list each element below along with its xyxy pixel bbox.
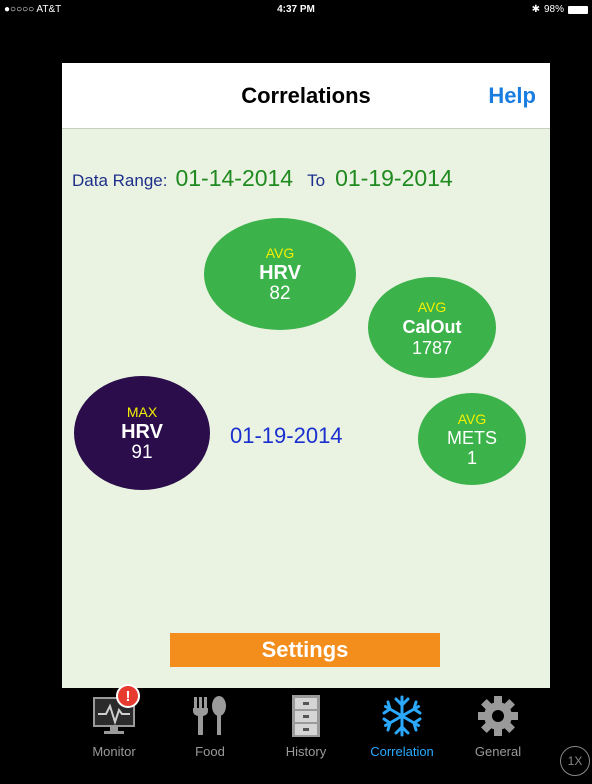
clock: 4:37 PM [277,4,315,15]
alert-badge: ! [116,684,140,708]
settings-button[interactable]: Settings [170,633,440,667]
fork-spoon-icon [170,694,250,738]
tab-correlation[interactable]: Correlation [362,688,442,774]
tab-label: History [285,744,327,759]
snowflake-icon [362,694,442,738]
tab-bar: ! Monitor Food History Correlation Gener… [62,684,550,774]
tab-label: General [474,744,522,759]
calout-avg-bubble[interactable]: AVG CalOut 1787 [368,277,496,378]
bubble-value: 1 [466,448,477,468]
bubble-value: 82 [269,283,291,304]
data-range: Data Range: 01-14-2014 To 01-19-2014 [72,165,453,192]
range-to-date[interactable]: 01-19-2014 [335,165,453,192]
correlations-panel: Correlations Help Data Range: 01-14-2014… [62,63,550,688]
battery-icon [568,5,588,14]
battery-percent: 98% [543,4,564,15]
bubble-name: CalOut [402,316,462,337]
bubble-value: 91 [131,442,153,463]
hrv-max-bubble[interactable]: MAX HRV 91 [74,376,210,490]
bubble-tag: AVG [417,298,447,315]
range-from-date[interactable]: 01-14-2014 [175,165,293,192]
bubble-name: HRV [259,262,301,284]
gear-icon [458,694,538,738]
bluetooth-icon: ✱ [531,4,540,15]
tab-food[interactable]: Food [170,688,250,774]
tab-label: Food [195,744,225,759]
status-bar: ●○○○○ AT&T 4:37 PM ✱ 98% [0,0,592,20]
range-to-label: To [307,171,326,190]
tab-monitor[interactable]: ! Monitor [74,684,154,774]
nav-bar: Correlations Help [62,63,550,129]
mets-avg-bubble[interactable]: AVG METS 1 [418,393,526,485]
selected-date: 01-19-2014 [230,423,343,448]
hrv-avg-bubble[interactable]: AVG HRV 82 [204,218,356,330]
monitor-icon [74,694,154,738]
bubble-tag: AVG [265,245,295,261]
file-cabinet-icon [266,694,346,738]
tab-history[interactable]: History [266,688,346,774]
bubble-tag: MAX [126,404,158,420]
bubble-name: HRV [121,421,163,443]
zoom-1x-button[interactable]: 1X [560,746,590,776]
tab-general[interactable]: General [458,688,538,774]
help-button[interactable]: Help [488,83,536,109]
bubble-value: 1787 [411,337,453,358]
data-range-label: Data Range: [72,171,168,190]
bubble-name: METS [446,428,497,448]
page-title: Correlations [241,83,371,108]
tab-label: Correlation [370,744,434,759]
status-right: ✱ 98% [532,4,588,15]
tab-label: Monitor [92,744,136,759]
bubble-tag: AVG [457,411,487,427]
